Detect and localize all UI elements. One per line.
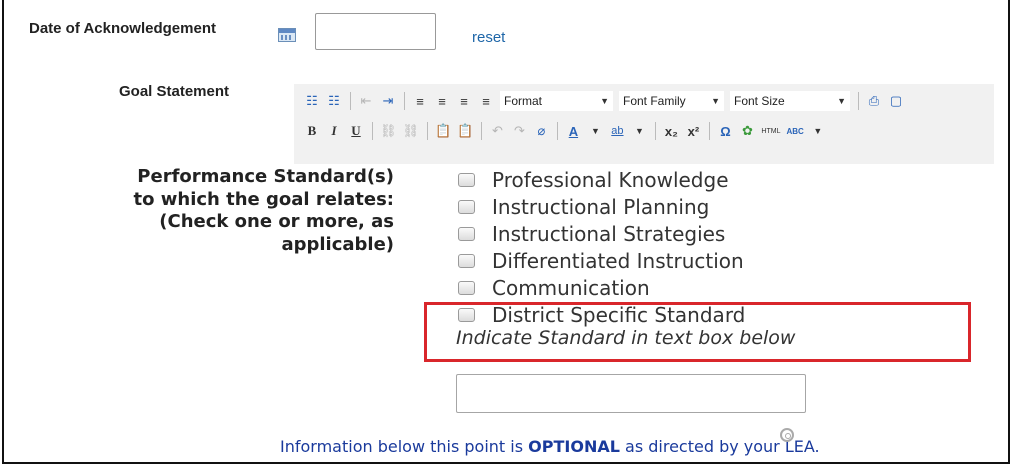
undo-icon[interactable]: ↶ bbox=[489, 123, 505, 139]
chevron-down-icon[interactable]: ▼ bbox=[631, 126, 647, 136]
font-family-select[interactable]: Font Family ▼ bbox=[619, 91, 724, 111]
bold-button[interactable]: B bbox=[304, 123, 320, 139]
paste-text-icon[interactable]: 📋 bbox=[457, 123, 473, 139]
toolbar-divider bbox=[858, 92, 859, 110]
form-panel: Date of Acknowledgement reset Goal State… bbox=[2, 0, 1010, 464]
text-color-icon[interactable]: A bbox=[565, 124, 581, 139]
optional-note: Information below this point is OPTIONAL… bbox=[280, 437, 820, 456]
chevron-down-icon: ▼ bbox=[600, 96, 609, 106]
superscript-icon[interactable]: x² bbox=[685, 124, 701, 139]
special-character-icon[interactable]: Ω bbox=[717, 124, 733, 139]
checkbox[interactable] bbox=[458, 200, 475, 214]
fullscreen-icon[interactable]: ▢ bbox=[888, 93, 904, 109]
optional-emphasis: OPTIONAL bbox=[528, 437, 620, 456]
goal-label: Goal Statement bbox=[119, 83, 230, 100]
standard-option[interactable]: Differentiated Instruction bbox=[458, 249, 744, 273]
toolbar-divider bbox=[709, 122, 711, 140]
performance-standards-label: Performance Standard(s) to which the goa… bbox=[30, 166, 394, 256]
align-left-icon[interactable]: ≡ bbox=[412, 94, 428, 109]
format-select-label: Format bbox=[504, 94, 543, 108]
chevron-down-icon[interactable]: ▼ bbox=[810, 126, 826, 136]
eraser-icon[interactable]: ⌀ bbox=[533, 123, 549, 139]
toolbar-divider bbox=[427, 122, 429, 140]
toolbar-divider bbox=[655, 122, 657, 140]
format-select[interactable]: Format ▼ bbox=[500, 91, 613, 111]
ps-label-line: (Check one or more, as bbox=[159, 211, 394, 232]
toolbar-divider bbox=[481, 122, 483, 140]
toolbar-row-1: ☷ ☷ ⇤ ⇥ ≡ ≡ ≡ ≡ Format ▼ Font Family ▼ F… bbox=[304, 88, 910, 114]
align-justify-icon[interactable]: ≡ bbox=[478, 94, 494, 109]
subscript-icon[interactable]: x₂ bbox=[663, 124, 679, 139]
align-center-icon[interactable]: ≡ bbox=[434, 94, 450, 109]
bullet-list-icon[interactable]: ☷ bbox=[304, 93, 320, 109]
chevron-down-icon[interactable]: ▼ bbox=[587, 126, 603, 136]
standard-option[interactable]: Instructional Planning bbox=[458, 195, 709, 219]
standard-option[interactable]: Professional Knowledge bbox=[458, 168, 729, 192]
unlink-icon[interactable]: ⛓ bbox=[403, 123, 420, 139]
ps-label-line: to which the goal relates: bbox=[133, 188, 394, 210]
toolbar-divider bbox=[404, 92, 405, 110]
print-icon[interactable]: ⎙ bbox=[866, 93, 882, 109]
link-icon[interactable]: ⛓ bbox=[380, 123, 397, 139]
underline-button[interactable]: U bbox=[348, 123, 364, 139]
spellcheck-icon[interactable]: ABC bbox=[786, 127, 803, 136]
calendar-icon[interactable] bbox=[278, 28, 296, 42]
redo-icon[interactable]: ↷ bbox=[511, 123, 527, 139]
optional-note-start: Information below this point is bbox=[280, 437, 529, 456]
indent-icon[interactable]: ⇥ bbox=[380, 93, 396, 109]
toolbar-divider bbox=[372, 122, 373, 140]
reset-link[interactable]: reset bbox=[472, 29, 505, 46]
italic-button[interactable]: I bbox=[326, 123, 342, 139]
ps-label-line: applicable) bbox=[281, 233, 394, 255]
html-source-icon[interactable]: HTML bbox=[761, 128, 780, 135]
font-family-select-label: Font Family bbox=[623, 94, 686, 108]
font-size-select-label: Font Size bbox=[734, 94, 785, 108]
district-standard-input[interactable] bbox=[456, 374, 806, 413]
standard-option-label: Professional Knowledge bbox=[492, 168, 729, 192]
standard-option[interactable]: Instructional Strategies bbox=[458, 222, 725, 246]
toolbar-row-2: B I U ⛓ ⛓ 📋 📋 ↶ ↷ ⌀ A ▼ ab ▼ x₂ x² Ω ✿ H… bbox=[304, 118, 832, 144]
chevron-down-icon: ▼ bbox=[837, 96, 846, 106]
font-size-select[interactable]: Font Size ▼ bbox=[730, 91, 850, 111]
rich-text-toolbar: ☷ ☷ ⇤ ⇥ ≡ ≡ ≡ ≡ Format ▼ Font Family ▼ F… bbox=[294, 84, 994, 164]
outdent-icon[interactable]: ⇤ bbox=[358, 93, 374, 109]
align-right-icon[interactable]: ≡ bbox=[456, 94, 472, 109]
standard-option-label: Communication bbox=[492, 276, 650, 300]
checkbox[interactable] bbox=[458, 173, 475, 187]
ps-label-line: Performance Standard(s) bbox=[137, 166, 394, 187]
standard-option-label: Differentiated Instruction bbox=[492, 249, 744, 273]
standard-option-label: Instructional Planning bbox=[492, 195, 710, 219]
numbered-list-icon[interactable]: ☷ bbox=[326, 93, 342, 109]
ack-date-input[interactable] bbox=[315, 13, 436, 50]
checkbox[interactable] bbox=[458, 254, 475, 268]
toolbar-divider bbox=[557, 122, 559, 140]
busy-cursor-icon bbox=[780, 428, 794, 442]
standard-option[interactable]: Communication bbox=[458, 276, 650, 300]
checkbox[interactable] bbox=[458, 227, 475, 241]
ack-label: Date of Acknowledgement bbox=[29, 20, 216, 37]
highlight-color-icon[interactable]: ab bbox=[609, 125, 625, 137]
toolbar-divider bbox=[350, 92, 351, 110]
emoticon-icon[interactable]: ✿ bbox=[739, 123, 755, 139]
paste-icon[interactable]: 📋 bbox=[435, 123, 451, 139]
highlight-box bbox=[424, 302, 971, 362]
chevron-down-icon: ▼ bbox=[711, 96, 720, 106]
checkbox[interactable] bbox=[458, 281, 475, 295]
standard-option-label: Instructional Strategies bbox=[492, 222, 726, 246]
